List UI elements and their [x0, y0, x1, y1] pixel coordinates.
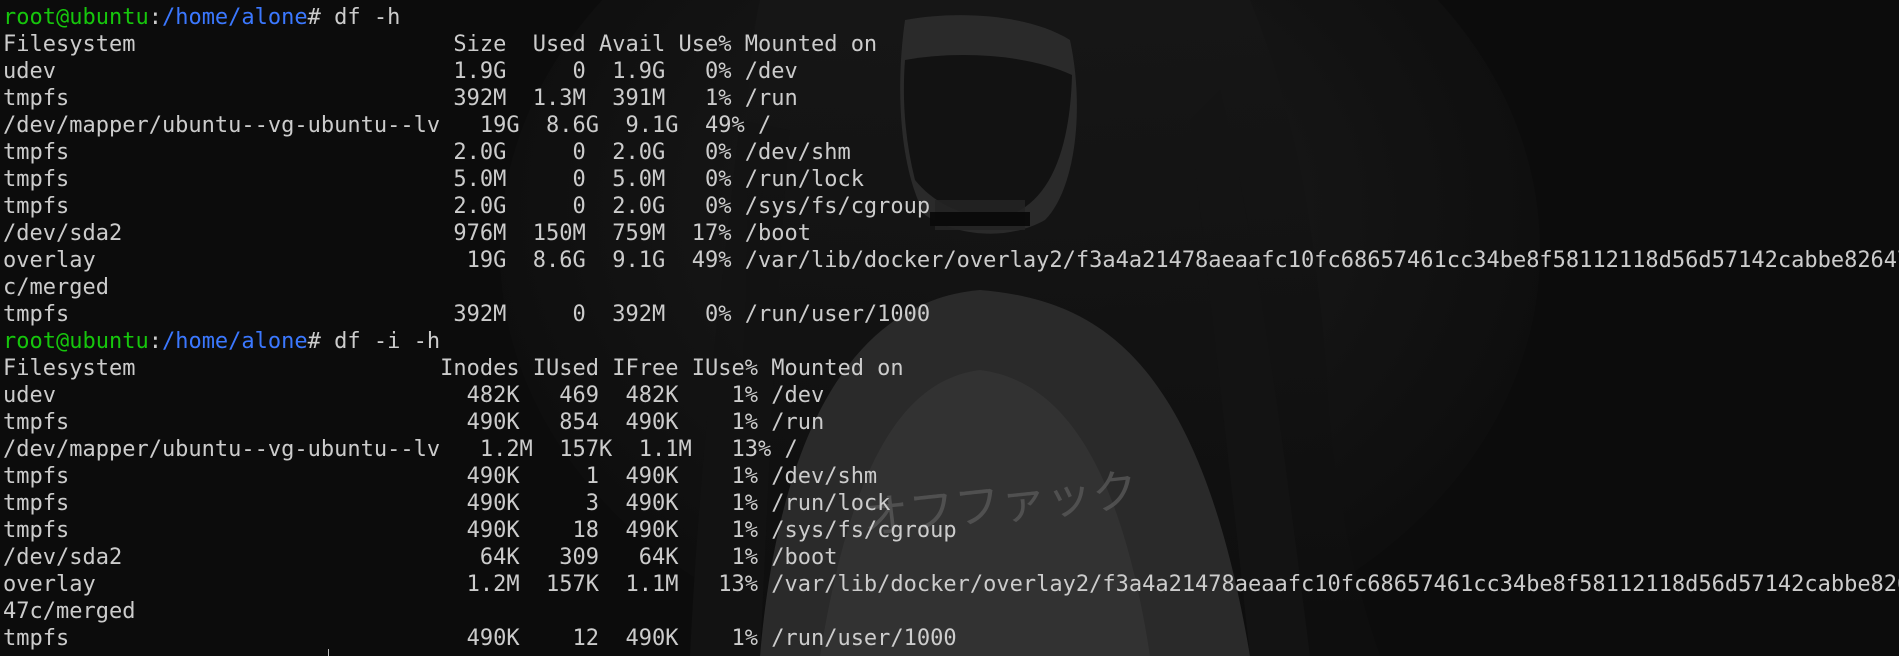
output-line: tmpfs 2.0G 0 2.0G 0% /sys/fs/cgroup	[3, 194, 931, 219]
cursor-caret	[328, 649, 329, 656]
prompt-path: /home/alone	[161, 329, 308, 354]
output-line: c/merged	[3, 275, 109, 300]
output-line: tmpfs 490K 854 490K 1% /run	[3, 410, 825, 435]
output-line: Filesystem Inodes IUsed IFree IUse% Moun…	[3, 356, 904, 381]
prompt-user-host: root@ubuntu	[3, 329, 149, 354]
prompt-line: root@ubuntu:/home/alone# df -h	[3, 4, 1893, 31]
output-line: tmpfs 392M 0 392M 0% /run/user/1000	[3, 302, 931, 327]
prompt-symbol: #	[307, 5, 335, 30]
output-line: tmpfs 490K 18 490K 1% /sys/fs/cgroup	[3, 518, 957, 543]
output-line: tmpfs 2.0G 0 2.0G 0% /dev/shm	[3, 140, 851, 165]
prompt-separator: :	[148, 5, 162, 30]
output-line: overlay 1.2M 157K 1.1M 13% /var/lib/dock…	[3, 572, 1899, 597]
output-line: tmpfs 392M 1.3M 391M 1% /run	[3, 86, 798, 111]
output-line: /dev/sda2 64K 309 64K 1% /boot	[3, 545, 838, 570]
command-text: df -i -h	[334, 329, 441, 354]
prompt-user-host: root@ubuntu	[3, 5, 149, 30]
output-line: Filesystem Size Used Avail Use% Mounted …	[3, 32, 878, 57]
prompt-symbol: #	[307, 329, 335, 354]
terminal-window[interactable]: オフファック root@ubuntu:/home/alone# df -h Fil…	[0, 0, 1899, 656]
terminal-output: root@ubuntu:/home/alone# df -h Filesystem…	[3, 4, 1899, 652]
output-line: /dev/sda2 976M 150M 759M 17% /boot	[3, 221, 811, 246]
output-line: udev 1.9G 0 1.9G 0% /dev	[3, 59, 798, 84]
output-line: tmpfs 490K 3 490K 1% /run/lock	[3, 491, 891, 516]
output-line: tmpfs 5.0M 0 5.0M 0% /run/lock	[3, 167, 864, 192]
output-line: /dev/mapper/ubuntu--vg-ubuntu--lv 19G 8.…	[3, 113, 772, 138]
prompt-line: root@ubuntu:/home/alone# df -i -h	[3, 328, 1893, 355]
command-text: df -h	[334, 5, 401, 30]
output-line: overlay 19G 8.6G 9.1G 49% /var/lib/docke…	[3, 248, 1899, 273]
output-line: tmpfs 490K 12 490K 1% /run/user/1000	[3, 626, 957, 651]
prompt-path: /home/alone	[161, 5, 308, 30]
output-line: udev 482K 469 482K 1% /dev	[3, 383, 825, 408]
output-line: 47c/merged	[3, 599, 136, 624]
prompt-separator: :	[148, 329, 162, 354]
output-line: tmpfs 490K 1 490K 1% /dev/shm	[3, 464, 878, 489]
output-line: /dev/mapper/ubuntu--vg-ubuntu--lv 1.2M 1…	[3, 437, 798, 462]
